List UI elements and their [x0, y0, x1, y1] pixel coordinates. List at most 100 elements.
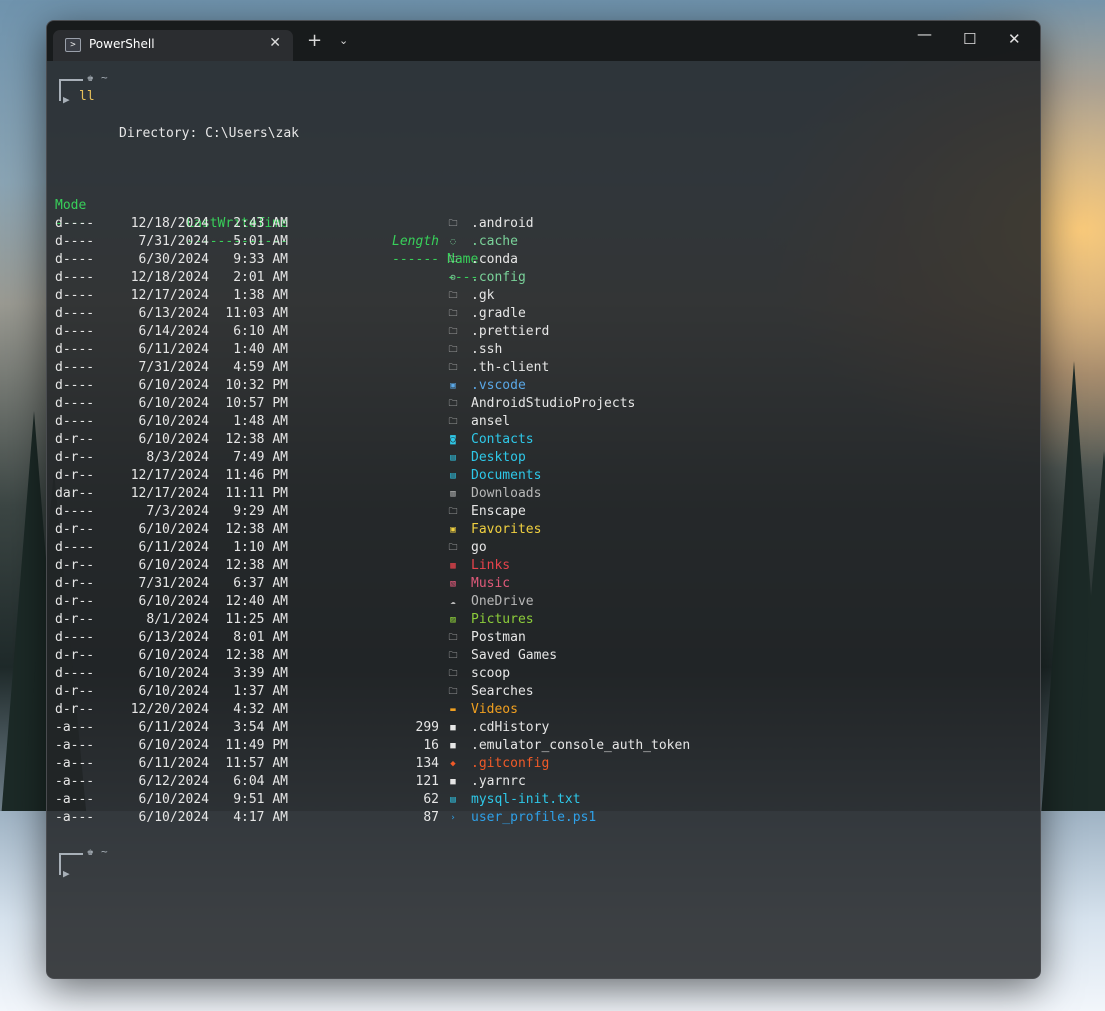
name-cell: user_profile.ps1	[471, 810, 597, 825]
file-type-icon: 🗀	[448, 255, 458, 265]
list-item[interactable]: dar-- 12/17/2024 11:11 PM ▥ Downloads	[55, 485, 1035, 503]
list-item[interactable]: d-r-- 12/17/2024 11:46 PM ▤ Documents	[55, 467, 1035, 485]
list-item[interactable]: -a--- 6/11/2024 3:54 AM 299 ■ .cdHistory	[55, 719, 1035, 737]
list-item[interactable]: -a--- 6/10/2024 9:51 AM 62 ▤ mysql-init.txt	[55, 791, 1035, 809]
name-cell: .conda	[471, 252, 518, 267]
time-cell: 12:38 AM	[225, 558, 288, 573]
new-tab-button[interactable]: +	[307, 30, 322, 51]
list-item[interactable]: d-r-- 6/10/2024 1:37 AM 🗀 Searches	[55, 683, 1035, 701]
header-dashes: ---- ------------- ------ ----	[55, 197, 1035, 285]
list-item[interactable]: d---- 12/18/2024 2:01 AM ⚙ .config	[55, 269, 1035, 287]
length-cell: 299	[415, 720, 439, 735]
time-cell: 1:40 AM	[233, 342, 288, 357]
name-cell: Pictures	[471, 612, 534, 627]
list-item[interactable]: d---- 7/31/2024 5:01 AM ◌ .cache	[55, 233, 1035, 251]
list-item[interactable]: d-r-- 7/31/2024 6:37 AM ▧ Music	[55, 575, 1035, 593]
date-cell: 6/14/2024	[138, 324, 209, 339]
list-item[interactable]: d---- 6/13/2024 11:03 AM 🗀 .gradle	[55, 305, 1035, 323]
list-item[interactable]: -a--- 6/11/2024 11:57 AM 134 ◆ .gitconfig	[55, 755, 1035, 773]
close-button[interactable]: ✕	[1008, 30, 1021, 48]
list-item[interactable]: d---- 12/17/2024 1:38 AM 🗀 .gk	[55, 287, 1035, 305]
list-item[interactable]: d-r-- 8/3/2024 7:49 AM ▤ Desktop	[55, 449, 1035, 467]
mode-cell: d----	[55, 540, 95, 555]
date-cell: 6/13/2024	[138, 306, 209, 321]
list-item[interactable]: d---- 6/11/2024 1:10 AM 🗀 go	[55, 539, 1035, 557]
date-cell: 7/31/2024	[138, 576, 209, 591]
mode-cell: d-r--	[55, 432, 95, 447]
minimize-button[interactable]: —	[917, 25, 932, 43]
time-cell: 6:04 AM	[233, 774, 288, 789]
file-type-icon: 🗀	[448, 309, 458, 319]
list-item[interactable]: d-r-- 6/10/2024 12:38 AM ▣ Favorites	[55, 521, 1035, 539]
name-cell: Favorites	[471, 522, 542, 537]
name-cell: .th-client	[471, 360, 550, 375]
date-cell: 6/10/2024	[138, 810, 209, 825]
name-cell: .android	[471, 216, 534, 231]
file-type-icon: 🗀	[448, 219, 458, 229]
list-item[interactable]: -a--- 6/10/2024 4:17 AM 87 › user_profile.ps1	[55, 809, 1035, 827]
time-cell: 4:32 AM	[233, 702, 288, 717]
tab-powershell[interactable]: > PowerShell ✕	[53, 30, 293, 61]
prompt-arrow-icon: ▶	[63, 93, 70, 106]
time-cell: 10:32 PM	[225, 378, 288, 393]
date-cell: 6/11/2024	[138, 756, 209, 771]
time-cell: 1:37 AM	[233, 684, 288, 699]
list-item[interactable]: -a--- 6/12/2024 6:04 AM 121 ■ .yarnrc	[55, 773, 1035, 791]
date-cell: 6/10/2024	[138, 666, 209, 681]
date-cell: 6/10/2024	[138, 522, 209, 537]
time-cell: 4:17 AM	[233, 810, 288, 825]
list-item[interactable]: d---- 6/10/2024 10:57 PM 🗀 AndroidStudioProj…	[55, 395, 1035, 413]
time-cell: 1:10 AM	[233, 540, 288, 555]
file-type-icon: ◙	[450, 435, 456, 445]
list-item[interactable]: d---- 6/30/2024 9:33 AM 🗀 .conda	[55, 251, 1035, 269]
time-cell: 9:51 AM	[233, 792, 288, 807]
list-item[interactable]: d---- 6/14/2024 6:10 AM 🗀 .prettierd	[55, 323, 1035, 341]
file-type-icon: ▧	[450, 579, 456, 589]
time-cell: 11:57 AM	[225, 756, 288, 771]
date-cell: 6/13/2024	[138, 630, 209, 645]
file-type-icon: ■	[450, 723, 456, 733]
mode-cell: d-r--	[55, 612, 95, 627]
time-cell: 11:46 PM	[225, 468, 288, 483]
chevron-down-icon[interactable]: ⌄	[339, 34, 348, 47]
tab-close-button[interactable]: ✕	[269, 35, 281, 51]
list-item[interactable]: d---- 7/3/2024 9:29 AM 🗀 Enscape	[55, 503, 1035, 521]
name-cell: AndroidStudioProjects	[471, 396, 636, 411]
file-type-icon: ■	[450, 777, 456, 787]
mode-cell: d----	[55, 414, 95, 429]
list-item[interactable]: d---- 6/10/2024 3:39 AM 🗀 scoop	[55, 665, 1035, 683]
list-item[interactable]: d---- 7/31/2024 4:59 AM 🗀 .th-client	[55, 359, 1035, 377]
list-item[interactable]: d---- 6/13/2024 8:01 AM 🗀 Postman	[55, 629, 1035, 647]
maximize-button[interactable]: ☐	[963, 30, 976, 48]
mode-cell: d----	[55, 378, 95, 393]
mode-cell: d-r--	[55, 450, 95, 465]
mode-cell: d----	[55, 270, 95, 285]
file-type-icon: 🗀	[448, 417, 458, 427]
list-item[interactable]: d-r-- 6/10/2024 12:38 AM ▦ Links	[55, 557, 1035, 575]
file-type-icon: 🗀	[448, 363, 458, 373]
list-item[interactable]: d-r-- 6/10/2024 12:38 AM ◙ Contacts	[55, 431, 1035, 449]
list-item[interactable]: d---- 12/18/2024 2:43 AM 🗀 .android	[55, 215, 1035, 233]
file-type-icon: ⚙	[450, 273, 456, 283]
prompt-path-2: ~	[101, 845, 108, 858]
list-item[interactable]: d-r-- 6/10/2024 12:40 AM ☁ OneDrive	[55, 593, 1035, 611]
time-cell: 9:33 AM	[233, 252, 288, 267]
list-item[interactable]: d-r-- 12/20/2024 4:32 AM ▬ Videos	[55, 701, 1035, 719]
name-cell: .vscode	[471, 378, 526, 393]
list-item[interactable]: d-r-- 8/1/2024 11:25 AM ▨ Pictures	[55, 611, 1035, 629]
prompt-arrow-icon-2: ▶	[63, 867, 70, 880]
mode-cell: d----	[55, 324, 95, 339]
list-item[interactable]: d---- 6/10/2024 1:48 AM 🗀 ansel	[55, 413, 1035, 431]
name-cell: OneDrive	[471, 594, 534, 609]
date-cell: 6/11/2024	[138, 342, 209, 357]
list-item[interactable]: -a--- 6/10/2024 11:49 PM 16 ■ .emulator_conso…	[55, 737, 1035, 755]
list-item[interactable]: d-r-- 6/10/2024 12:38 AM 🗀 Saved Games	[55, 647, 1035, 665]
terminal-output[interactable]: ♚ ~ ▶ ll Directory: C:\Users\zak Mode La…	[55, 71, 1040, 978]
mode-cell: -a---	[55, 738, 95, 753]
name-cell: Searches	[471, 684, 534, 699]
mode-cell: d----	[55, 504, 95, 519]
time-cell: 12:38 AM	[225, 432, 288, 447]
mode-cell: d-r--	[55, 468, 95, 483]
list-item[interactable]: d---- 6/10/2024 10:32 PM ▣ .vscode	[55, 377, 1035, 395]
list-item[interactable]: d---- 6/11/2024 1:40 AM 🗀 .ssh	[55, 341, 1035, 359]
